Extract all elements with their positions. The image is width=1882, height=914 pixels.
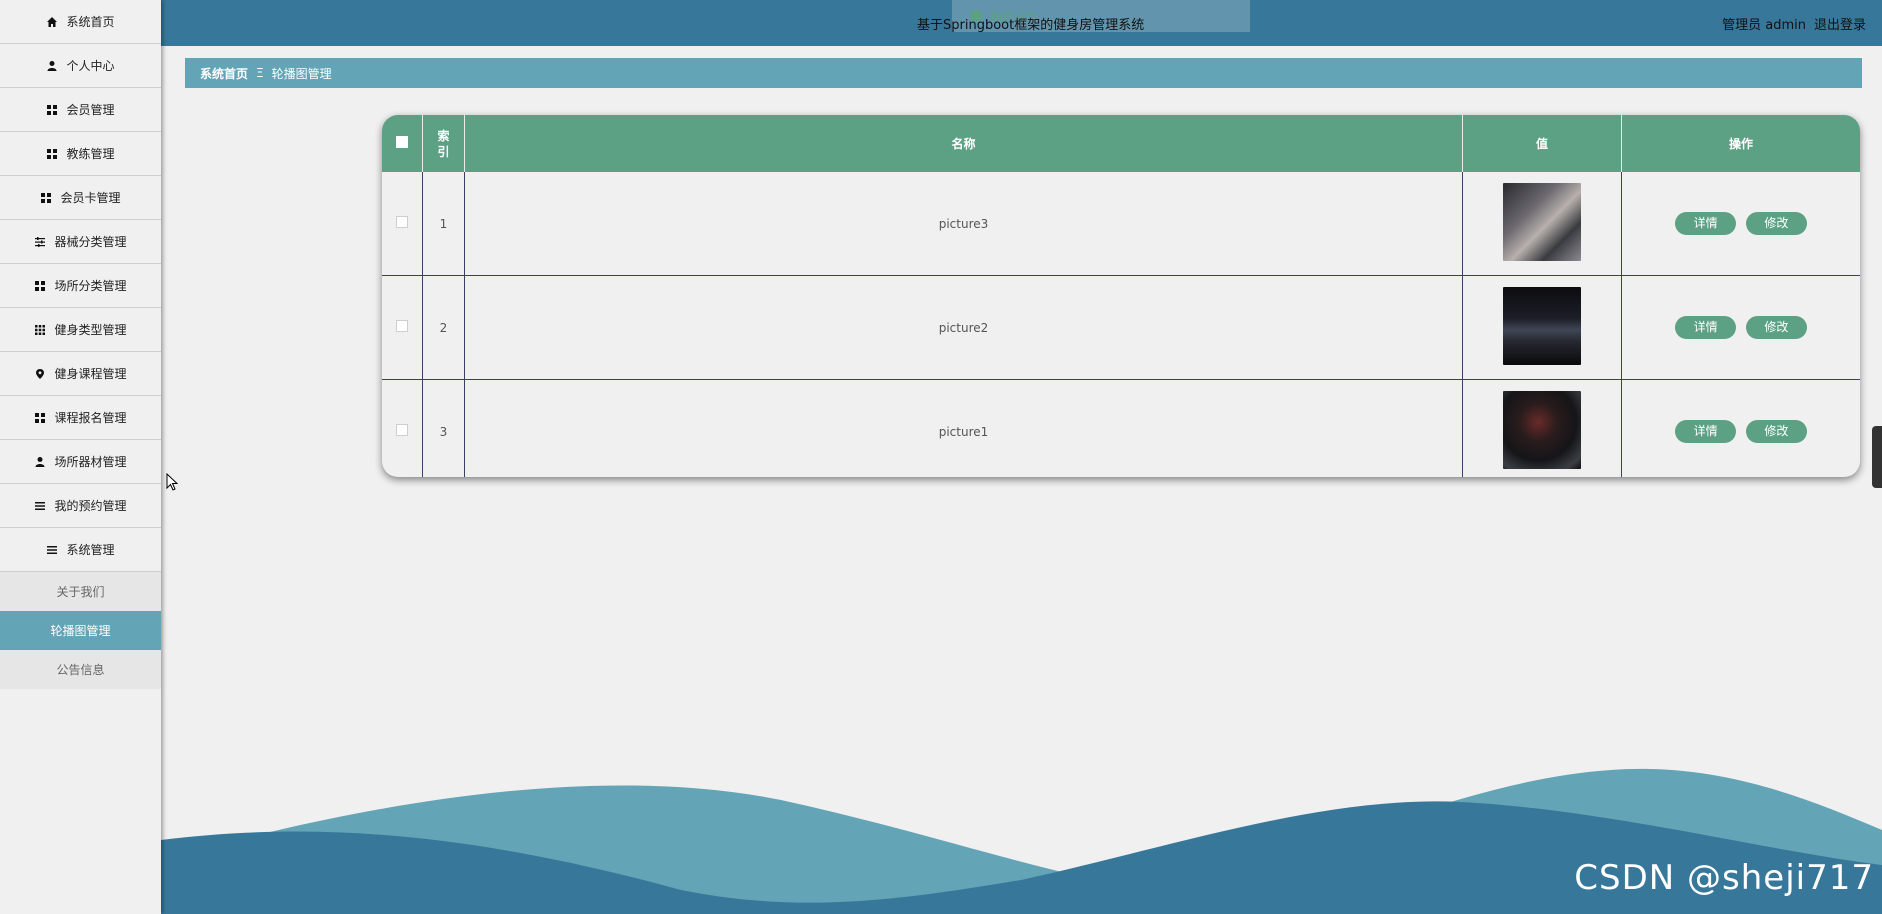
sidebar-item-venue-equipment[interactable]: 场所器材管理 bbox=[0, 440, 161, 484]
row-value-cell bbox=[1462, 275, 1622, 380]
sidebar-item-label: 器械分类管理 bbox=[54, 235, 127, 249]
sidebar-subitem-announcements[interactable]: 公告信息 bbox=[0, 650, 161, 689]
row-value-cell bbox=[1462, 379, 1622, 477]
row-checkbox[interactable] bbox=[396, 424, 408, 436]
apps-icon bbox=[34, 324, 46, 336]
sidebar-item-label: 我的预约管理 bbox=[54, 499, 127, 513]
row-actions: 详情 修改 bbox=[1622, 172, 1861, 276]
edit-button[interactable]: 修改 bbox=[1745, 420, 1807, 443]
sidebar-item-label: 健身课程管理 bbox=[54, 367, 127, 381]
select-all-cell bbox=[382, 115, 423, 172]
sidebar-item-coaches[interactable]: 教练管理 bbox=[0, 132, 161, 176]
breadcrumb: 系统首页 Ξ 轮播图管理 bbox=[185, 58, 1862, 88]
breadcrumb-current: 轮播图管理 bbox=[271, 66, 332, 81]
sidebar-item-label: 场所分类管理 bbox=[54, 279, 127, 293]
sidebar: 系统首页 个人中心 会员管理 教练管理 会员卡管理 器械分类管理 场所分类管理 … bbox=[0, 0, 161, 914]
row-checkbox[interactable] bbox=[396, 320, 408, 332]
sliders-icon bbox=[34, 236, 46, 248]
carousel-image-thumbnail[interactable] bbox=[1503, 287, 1581, 365]
column-header-label: 索引 bbox=[437, 128, 450, 159]
breadcrumb-home[interactable]: 系统首页 bbox=[200, 65, 248, 82]
row-index: 2 bbox=[422, 275, 465, 380]
sidebar-item-members[interactable]: 会员管理 bbox=[0, 88, 161, 132]
row-select-cell bbox=[382, 172, 423, 276]
sidebar-item-label: 会员卡管理 bbox=[60, 191, 121, 205]
user-icon bbox=[34, 456, 46, 468]
sidebar-item-membership-cards[interactable]: 会员卡管理 bbox=[0, 176, 161, 220]
sidebar-item-home[interactable]: 系统首页 bbox=[0, 0, 161, 44]
app-title: 基于Springboot框架的健身房管理系统 bbox=[917, 18, 1145, 33]
column-header-actions: 操作 bbox=[1621, 115, 1860, 172]
edit-button[interactable]: 修改 bbox=[1745, 316, 1807, 339]
breadcrumb-separator: Ξ bbox=[256, 66, 264, 80]
row-index: 3 bbox=[422, 379, 465, 477]
user-label: 管理员 admin bbox=[1722, 18, 1806, 33]
user-icon bbox=[46, 60, 58, 72]
sidebar-item-profile[interactable]: 个人中心 bbox=[0, 44, 161, 88]
detail-button[interactable]: 详情 bbox=[1675, 420, 1737, 443]
row-name: picture2 bbox=[464, 275, 1463, 380]
sidebar-item-equipment-categories[interactable]: 器械分类管理 bbox=[0, 220, 161, 264]
detail-button[interactable]: 详情 bbox=[1675, 316, 1737, 339]
top-header: 操作成功 基于Springboot框架的健身房管理系统 管理员 admin 退出… bbox=[161, 0, 1882, 46]
logout-link[interactable]: 退出登录 bbox=[1814, 14, 1866, 33]
sidebar-item-label: 场所器材管理 bbox=[54, 455, 127, 469]
watermark: CSDN @sheji717 bbox=[1574, 858, 1874, 898]
sidebar-item-label: 个人中心 bbox=[66, 59, 115, 73]
detail-button[interactable]: 详情 bbox=[1675, 212, 1737, 235]
table-header-row: 索引 名称 值 操作 bbox=[382, 115, 1860, 172]
carousel-image-thumbnail[interactable] bbox=[1503, 183, 1581, 261]
grid-icon bbox=[46, 104, 58, 116]
row-actions: 详情 修改 bbox=[1621, 379, 1860, 477]
sidebar-item-label: 会员管理 bbox=[66, 103, 115, 117]
grid-icon bbox=[40, 192, 52, 204]
column-header-index: 索引 bbox=[422, 115, 465, 172]
sidebar-item-label: 教练管理 bbox=[66, 147, 115, 161]
sidebar-subitem-about[interactable]: 关于我们 bbox=[0, 572, 161, 611]
sidebar-subitem-carousel[interactable]: 轮播图管理 bbox=[0, 611, 161, 650]
sidebar-item-my-reservations[interactable]: 我的预约管理 bbox=[0, 484, 161, 528]
table-row: 3 picture1 详情 修改 bbox=[382, 379, 1860, 477]
scrollbar-handle[interactable] bbox=[1872, 426, 1882, 488]
row-value-cell bbox=[1462, 172, 1622, 276]
table-row: 2 picture2 详情 修改 bbox=[382, 275, 1860, 380]
sidebar-item-label: 系统首页 bbox=[66, 15, 115, 29]
grid-icon bbox=[46, 148, 58, 160]
grid-icon bbox=[34, 412, 46, 424]
sidebar-item-label: 课程报名管理 bbox=[54, 411, 127, 425]
home-icon bbox=[46, 16, 58, 28]
table-row: 1 picture3 详情 修改 bbox=[382, 172, 1860, 276]
list-icon bbox=[46, 544, 58, 556]
user-area: 管理员 admin 退出登录 bbox=[1722, 14, 1866, 33]
row-select-cell bbox=[382, 275, 423, 380]
location-icon bbox=[34, 368, 46, 380]
grid-icon bbox=[34, 280, 46, 292]
row-name: picture3 bbox=[464, 172, 1463, 276]
carousel-table: 索引 名称 值 操作 1 picture3 详情 修改 2 picture2 详… bbox=[382, 115, 1860, 477]
sidebar-item-label: 健身类型管理 bbox=[54, 323, 127, 337]
edit-button[interactable]: 修改 bbox=[1745, 212, 1807, 235]
sidebar-item-fitness-types[interactable]: 健身类型管理 bbox=[0, 308, 161, 352]
sidebar-item-venue-categories[interactable]: 场所分类管理 bbox=[0, 264, 161, 308]
row-actions: 详情 修改 bbox=[1621, 275, 1860, 380]
row-checkbox[interactable] bbox=[396, 216, 408, 228]
row-index: 1 bbox=[422, 172, 465, 276]
mouse-cursor-icon bbox=[166, 473, 178, 491]
row-select-cell bbox=[382, 379, 423, 477]
list-icon bbox=[34, 500, 46, 512]
sidebar-item-course-registration[interactable]: 课程报名管理 bbox=[0, 396, 161, 440]
sidebar-item-system[interactable]: 系统管理 bbox=[0, 528, 161, 572]
sidebar-item-label: 系统管理 bbox=[66, 543, 115, 557]
select-all-checkbox[interactable] bbox=[396, 136, 408, 148]
sidebar-item-fitness-courses[interactable]: 健身课程管理 bbox=[0, 352, 161, 396]
carousel-image-thumbnail[interactable] bbox=[1503, 391, 1581, 469]
row-name: picture1 bbox=[464, 379, 1463, 477]
column-header-value: 值 bbox=[1462, 115, 1622, 172]
column-header-name: 名称 bbox=[464, 115, 1463, 172]
